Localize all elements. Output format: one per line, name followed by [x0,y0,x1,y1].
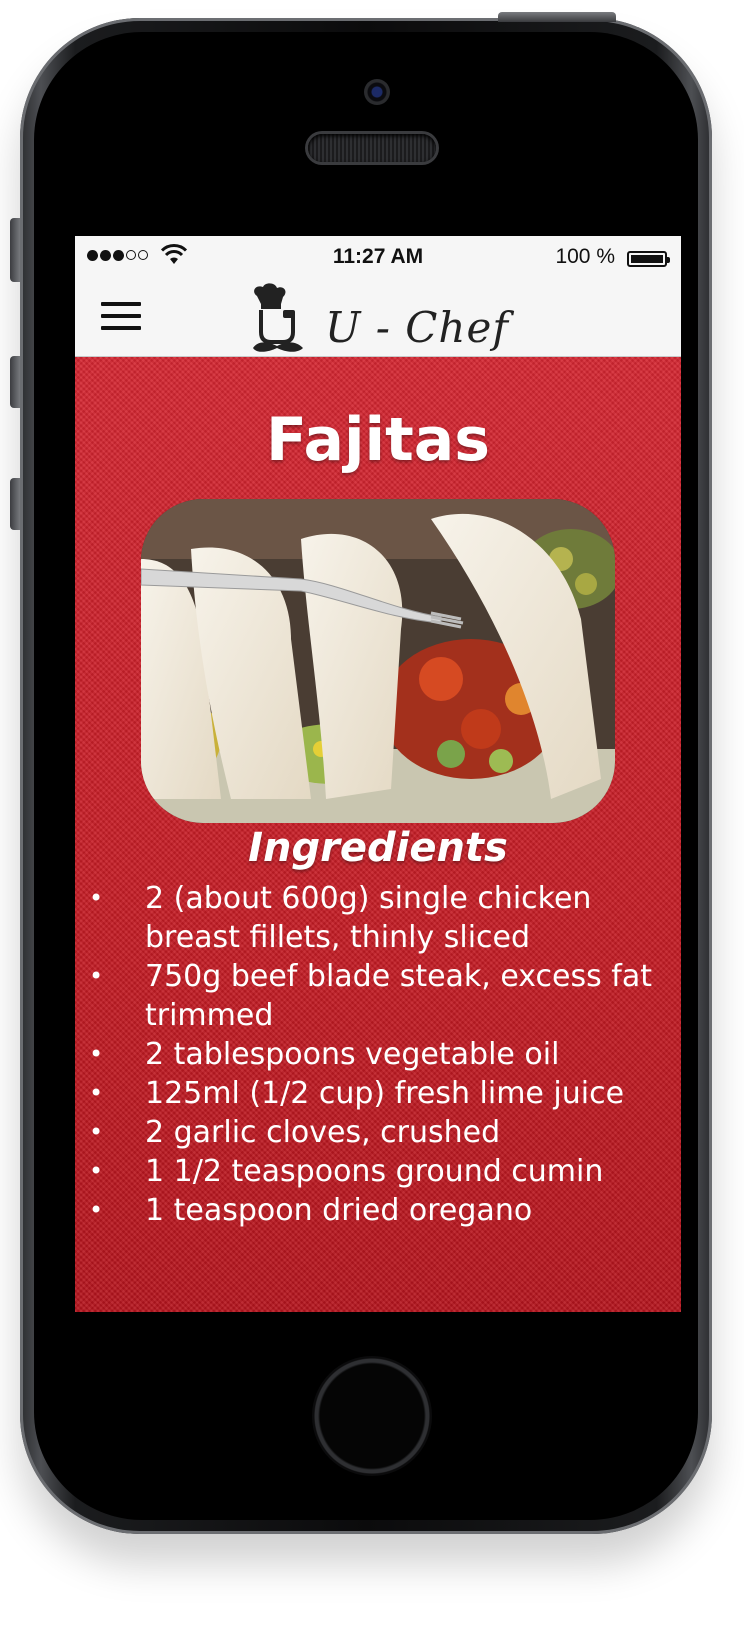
power-button [498,12,616,22]
ingredient-item: 1 teaspoon dried oregano [89,1191,671,1230]
ingredients-list: 2 (about 600g) single chicken breast fil… [89,879,671,1230]
front-camera [364,79,390,105]
mute-switch [10,218,20,282]
ingredients-heading: Ingredients [248,825,508,871]
app-screen: 11:27 AM 100 % U - Chef Fajitas Ingredie… [75,236,681,1312]
status-bar: 11:27 AM 100 % [75,236,681,280]
volume-up-button [10,356,20,408]
ingredient-item: 750g beef blade steak, excess fat trimme… [89,957,671,1035]
app-name: U - Chef [325,303,509,352]
volume-down-button [10,478,20,530]
ingredient-item: 1 1/2 teaspoons ground cumin [89,1152,671,1191]
app-header: U - Chef [75,280,681,357]
chef-hat-mustache-icon [253,283,303,352]
hamburger-menu-icon[interactable] [101,302,141,332]
ingredient-item: 2 garlic cloves, crushed [89,1113,671,1152]
battery-icon [627,251,670,267]
ingredient-item: 2 (about 600g) single chicken breast fil… [89,879,671,957]
app-logo: U - Chef [249,283,509,354]
recipe-content: Fajitas Ingredients • 2 (about 600g) sin… [75,357,681,1312]
ingredient-item: 2 tablespoons vegetable oil [89,1035,671,1074]
recipe-title: Fajitas [266,405,490,475]
earpiece-speaker [308,134,436,162]
home-button[interactable] [312,1356,432,1476]
ingredient-item: 125ml (1/2 cup) fresh lime juice [89,1074,671,1113]
recipe-photo [141,499,615,823]
fajitas-photo-illustration [141,499,615,823]
battery-percentage: 100 % [555,245,615,268]
